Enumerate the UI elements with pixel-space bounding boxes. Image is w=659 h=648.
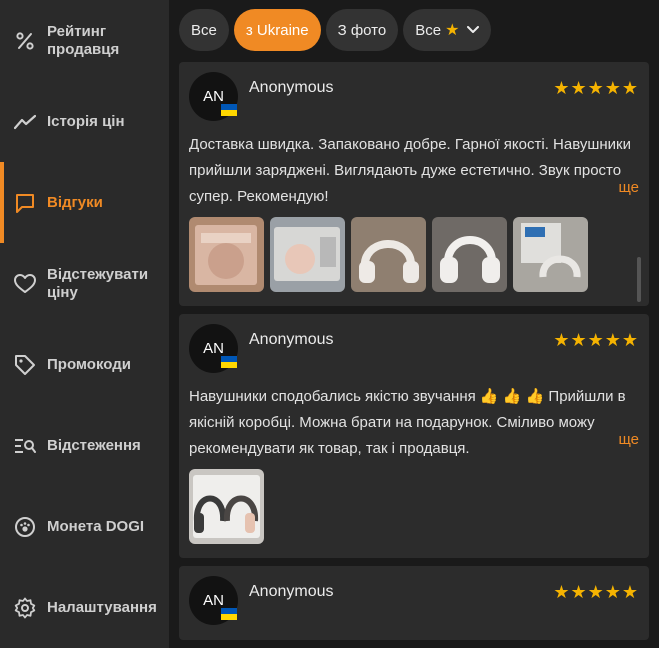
sidebar-item-track-price[interactable]: Відстежувати ціну	[0, 243, 169, 324]
ukraine-flag-icon	[221, 104, 237, 116]
review-photos	[189, 217, 588, 292]
coin-paw-icon	[14, 516, 36, 538]
review-rating-stars: ★★★★★	[553, 78, 639, 98]
review-photo[interactable]	[270, 217, 345, 292]
sidebar-item-label: Відстеження	[47, 436, 141, 454]
sidebar-item-tracking[interactable]: Відстеження	[0, 405, 169, 486]
sidebar-item-price-history[interactable]: Історія цін	[0, 81, 169, 162]
review-photo[interactable]	[189, 469, 264, 544]
review-photo[interactable]	[351, 217, 426, 292]
filter-all-button[interactable]: Все	[179, 9, 229, 51]
star-icon: ★	[445, 22, 460, 39]
review-card: AN Anonymous ★★★★★ Навушники сподобались…	[179, 314, 649, 558]
scrollbar[interactable]	[637, 257, 641, 302]
sidebar-item-label: Монета DOGI	[47, 517, 145, 535]
sidebar: Рейтинг продавця Історія цін Відгуки Від…	[0, 0, 169, 648]
review-text: Навушники сподобались якістю звучання 👍 …	[189, 388, 626, 457]
review-photos	[189, 469, 264, 544]
review-photo[interactable]	[513, 217, 588, 292]
sidebar-item-label: Рейтинг продавця	[47, 22, 120, 58]
sidebar-item-settings[interactable]: Налаштування	[0, 567, 169, 648]
sidebar-item-label: Промокоди	[47, 355, 131, 373]
percent-icon	[14, 30, 36, 52]
filter-label: Все	[191, 21, 217, 39]
review-photo[interactable]	[432, 217, 507, 292]
review-text: Доставка швидка. Запаковано добре. Гарно…	[189, 136, 631, 205]
filter-label: Все	[415, 21, 442, 39]
trend-line-icon	[14, 111, 36, 133]
review-card: AN Anonymous ★★★★★ Доставка швидка. Запа…	[179, 62, 649, 306]
filter-label: з Ukraine	[245, 21, 309, 39]
ukraine-flag-icon	[221, 356, 237, 368]
chat-bubble-icon	[14, 192, 36, 214]
sidebar-item-promocodes[interactable]: Промокоди	[0, 324, 169, 405]
review-card: AN Anonymous ★★★★★	[179, 566, 649, 640]
review-author: Anonymous	[249, 79, 334, 96]
sidebar-item-label: Налаштування	[47, 598, 157, 616]
filter-ukraine-button[interactable]: з Ukraine	[233, 9, 321, 51]
review-rating-stars: ★★★★★	[553, 330, 639, 350]
review-photo[interactable]	[189, 217, 264, 292]
filter-label: З фото	[337, 21, 387, 39]
tag-icon	[14, 354, 36, 376]
review-rating-stars: ★★★★★	[553, 582, 639, 602]
sidebar-item-label: Історія цін	[47, 112, 125, 130]
list-search-icon	[14, 435, 36, 457]
avatar-initials: AN	[203, 88, 224, 105]
read-more-link[interactable]: ще	[618, 179, 639, 196]
chevron-down-icon	[467, 26, 480, 34]
sidebar-item-label: Відстежувати ціну	[47, 265, 149, 301]
sidebar-item-reviews[interactable]: Відгуки	[0, 162, 169, 243]
sidebar-item-dogi-coin[interactable]: Монета DOGI	[0, 486, 169, 567]
avatar-initials: AN	[203, 340, 224, 357]
review-author: Anonymous	[249, 331, 334, 348]
reviews-panel: Все з Ukraine З фото Все ★ AN Anonymous …	[169, 0, 659, 648]
review-author: Anonymous	[249, 583, 334, 600]
gear-icon	[14, 597, 36, 619]
ukraine-flag-icon	[221, 608, 237, 620]
heart-icon	[14, 273, 36, 295]
avatar-initials: AN	[203, 592, 224, 609]
read-more-link[interactable]: ще	[618, 431, 639, 448]
sidebar-item-label: Відгуки	[47, 193, 103, 211]
filter-with-photo-button[interactable]: З фото	[325, 9, 399, 51]
review-filters: Все з Ukraine З фото Все ★	[179, 9, 492, 51]
filter-rating-dropdown[interactable]: Все ★	[403, 9, 492, 51]
sidebar-item-seller-rating[interactable]: Рейтинг продавця	[0, 0, 169, 81]
